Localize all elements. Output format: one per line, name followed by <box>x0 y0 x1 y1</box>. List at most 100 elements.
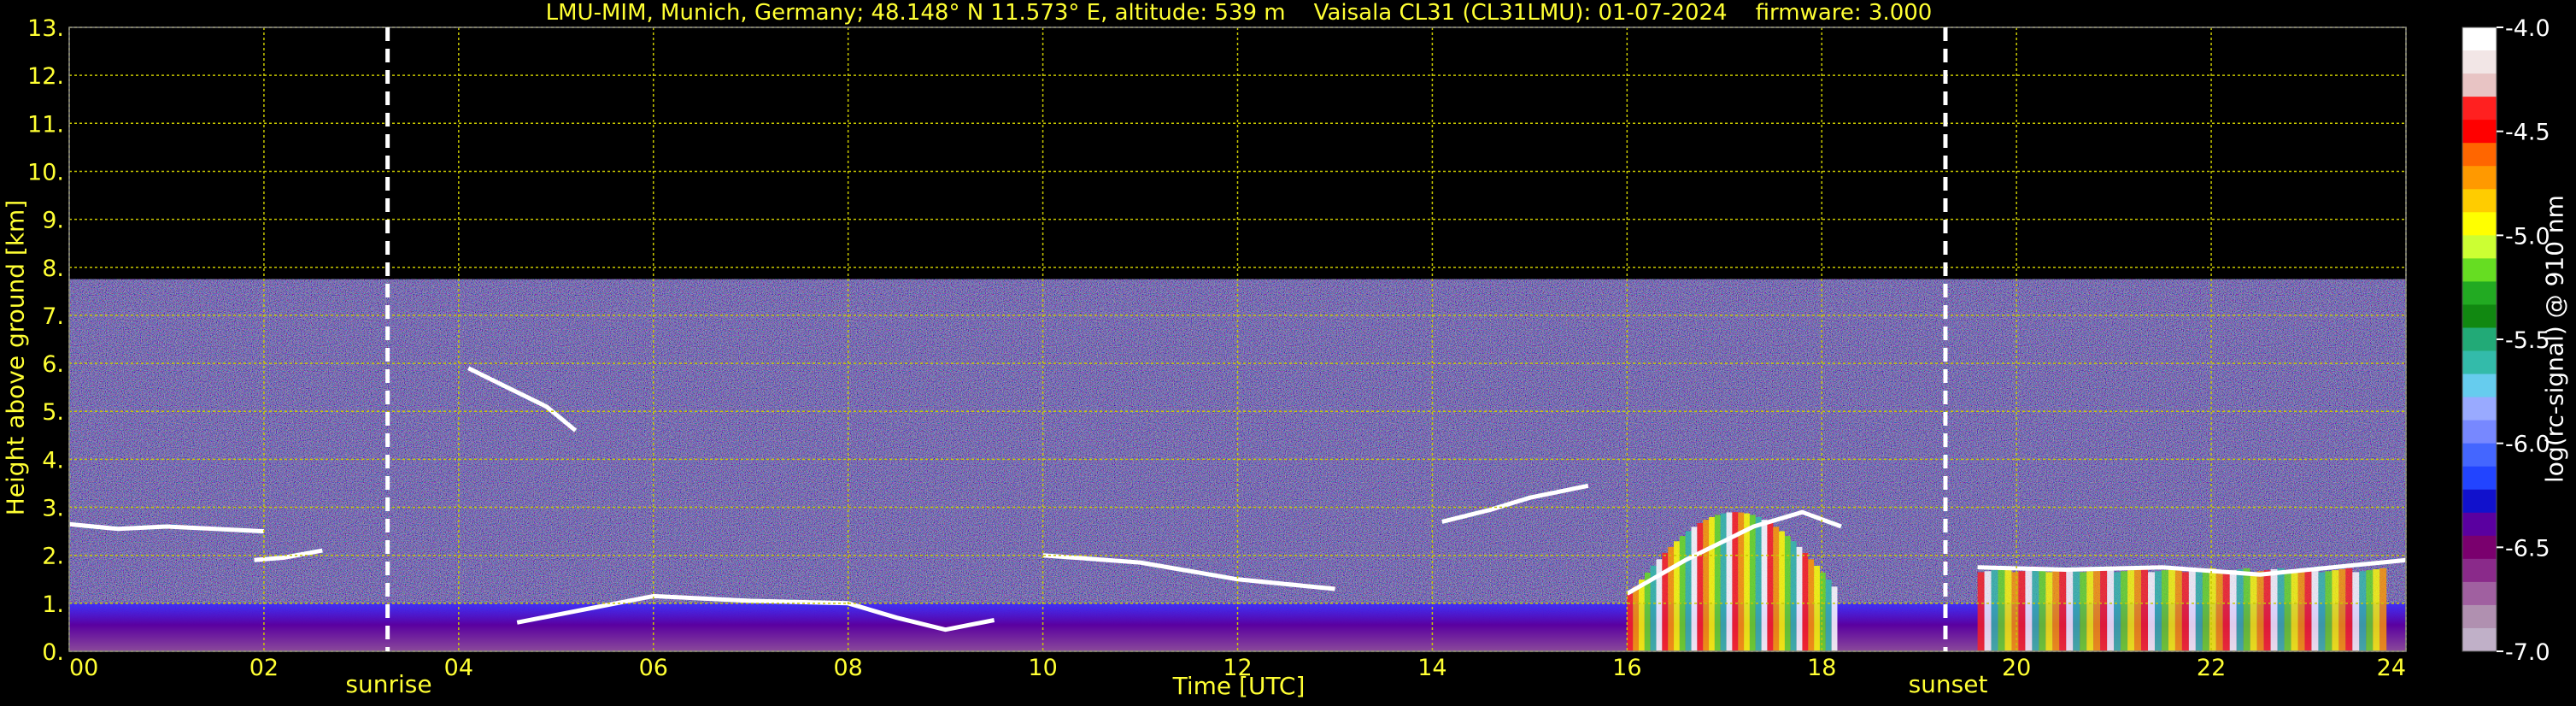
cloud-column <box>1779 531 1785 651</box>
x-tick-label: 08 <box>833 655 862 681</box>
cloud-column <box>2018 571 2026 651</box>
cloud-column <box>1796 546 1803 651</box>
colorbar-swatch <box>2462 212 2497 236</box>
colorbar-swatch <box>2462 420 2497 444</box>
cloud-column <box>1709 516 1715 651</box>
colorbar-swatch <box>2462 558 2497 583</box>
cloud-column <box>2188 571 2196 651</box>
x-tick-label: 06 <box>639 655 668 681</box>
cloud-column <box>2373 568 2380 651</box>
x-tick-label: 22 <box>2197 655 2226 681</box>
y-tick-label: 1. <box>42 591 64 618</box>
cloud-column <box>2127 570 2135 651</box>
cloud-column <box>2345 568 2353 651</box>
colorbar-swatch <box>2462 466 2497 491</box>
cloud-column <box>2291 571 2298 651</box>
ceilometer-figure: LMU-MIM, Munich, Germany; 48.148° N 11.5… <box>0 0 2576 706</box>
cloud-column <box>1726 512 1733 651</box>
cloud-column <box>2270 568 2278 651</box>
colorbar-swatch <box>2462 350 2497 375</box>
cloud-column <box>2311 568 2319 651</box>
colorbar-swatch <box>2462 258 2497 282</box>
cloud-column <box>1773 527 1780 651</box>
cloud-column <box>1714 515 1721 651</box>
cloud-column <box>2352 572 2360 651</box>
cloud-column <box>1627 593 1634 651</box>
cloud-column <box>1998 568 2005 651</box>
cloud-column <box>2107 568 2115 651</box>
cloud-column <box>1814 565 1820 651</box>
colorbar-swatch <box>2462 235 2497 259</box>
cloud-column <box>1977 572 1985 651</box>
cloud-column <box>1668 546 1675 651</box>
cloud-column <box>1784 536 1791 651</box>
cloud-column <box>1674 541 1680 651</box>
cloud-column <box>2209 568 2216 651</box>
cloud-column <box>2100 568 2108 651</box>
cloud-column <box>1984 571 1992 651</box>
cloud-column <box>2359 571 2367 651</box>
cloud-column <box>2052 571 2060 651</box>
cloud-column <box>2250 572 2257 651</box>
colorbar-swatch <box>2462 397 2497 421</box>
cloud-column <box>1633 586 1640 651</box>
cloud-column <box>2263 570 2271 651</box>
colorbar-swatch <box>2462 489 2497 514</box>
cloud-column <box>2114 572 2121 651</box>
x-tick-label: 16 <box>1612 655 1641 681</box>
cloud-column <box>2161 570 2168 651</box>
cloud-column <box>2093 570 2101 651</box>
cloud-column <box>2011 572 2019 651</box>
cloud-column <box>2318 572 2326 651</box>
cloud-column <box>2134 568 2142 651</box>
cloud-column <box>2202 568 2209 651</box>
x-tick-label: 10 <box>1028 655 1057 681</box>
y-tick-label: 12. <box>27 63 64 90</box>
colorbar-swatch <box>2462 535 2497 560</box>
cloud-column <box>2379 568 2387 651</box>
cloud-column <box>2039 568 2046 651</box>
colorbar-swatch <box>2462 374 2497 398</box>
cloud-column <box>2338 568 2346 651</box>
y-tick-label: 7. <box>42 303 64 330</box>
cloud-column <box>1825 580 1832 651</box>
cloud-column <box>2222 571 2230 651</box>
colorbar-swatch <box>2462 27 2497 51</box>
y-tick-label: 11. <box>27 111 64 138</box>
cloud-column <box>1703 520 1710 651</box>
y-tick-label: 0. <box>42 639 64 666</box>
cloud-column <box>1819 572 1826 651</box>
cloud-column <box>1802 552 1809 651</box>
colorbar-swatch <box>2462 97 2497 121</box>
cloud-column <box>1639 580 1645 651</box>
colorbar-swatch <box>2462 512 2497 537</box>
colorbar-swatch <box>2462 74 2497 97</box>
colorbar-swatch <box>2462 50 2497 74</box>
y-tick-label: 6. <box>42 351 64 378</box>
cloud-column <box>1991 570 1998 651</box>
cloud-column <box>1761 520 1768 651</box>
colorbar-swatch <box>2462 604 2497 629</box>
cloud-column <box>2086 571 2094 651</box>
cloud-column <box>2277 568 2285 651</box>
y-tick-label: 8. <box>42 256 64 282</box>
cloud-column <box>1697 522 1704 651</box>
chart-svg: 00 02 04 06 08 10 12 14 16 18 20 22 240.1.2.3.4.5.6.… <box>27 15 2550 681</box>
cloud-column <box>2366 570 2374 651</box>
colorbar-label: log(rc-signal) @ 910 nm <box>2540 195 2569 483</box>
cloud-column <box>2284 572 2291 651</box>
colorbar-swatch <box>2462 327 2497 352</box>
cloud-column <box>1679 536 1686 651</box>
cloud-column <box>1790 541 1797 651</box>
cloud-column <box>1755 516 1762 651</box>
colorbar-tick-label: -7.0 <box>2505 639 2550 666</box>
x-tick-label: 00 <box>69 655 98 681</box>
cloud-column <box>1749 515 1756 651</box>
cloud-column <box>1691 527 1698 651</box>
colorbar-swatch <box>2462 443 2497 468</box>
cloud-column <box>2181 572 2189 651</box>
x-tick-label: 02 <box>249 655 279 681</box>
colorbar-swatch <box>2462 627 2497 652</box>
y-tick-label: 5. <box>42 399 64 426</box>
colorbar-swatch <box>2462 581 2497 606</box>
